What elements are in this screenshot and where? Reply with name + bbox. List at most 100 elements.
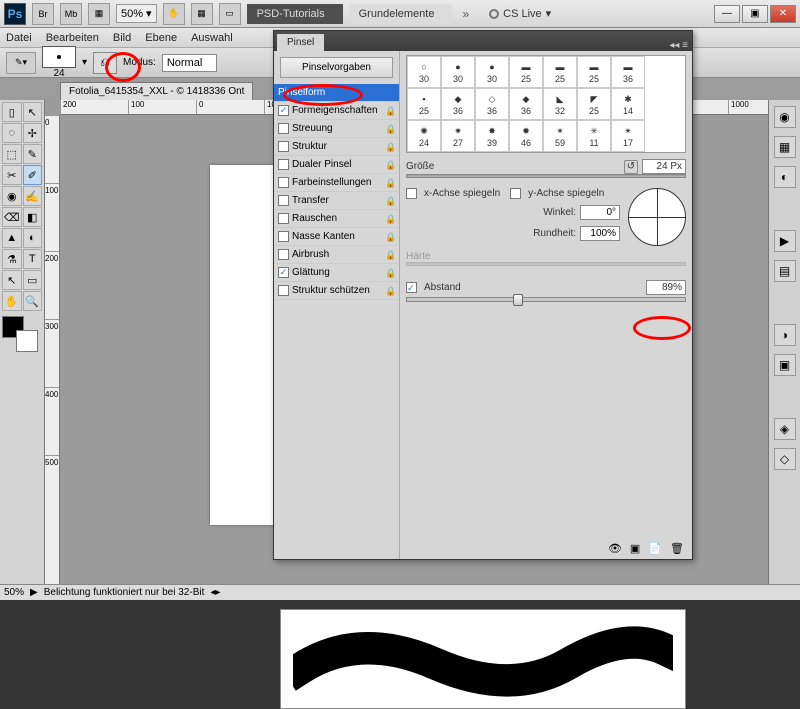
brush-swatch[interactable]: ●30 — [441, 56, 475, 88]
play-panel-icon[interactable]: ▶ — [774, 230, 796, 252]
attr-streuung[interactable]: Streuung🔒 — [274, 120, 399, 138]
screenmode-icon[interactable]: ▭ — [219, 3, 241, 25]
abstand-slider[interactable] — [406, 297, 686, 302]
attr-formeigenschaften[interactable]: Formeigenschaften🔒 — [274, 102, 399, 120]
brush-swatch[interactable]: ✴17 — [611, 120, 645, 152]
brush-swatch[interactable]: ✶59 — [543, 120, 577, 152]
brush-swatch[interactable]: ▬25 — [509, 56, 543, 88]
brush-swatch[interactable]: ✳11 — [577, 120, 611, 152]
arrange-icon[interactable]: ▦ — [191, 3, 213, 25]
attr-check[interactable] — [278, 105, 289, 116]
brush-swatch[interactable]: ▬36 — [611, 56, 645, 88]
brush-swatch[interactable]: ✱14 — [611, 88, 645, 120]
tool-history[interactable]: ✍ — [23, 186, 43, 206]
abstand-input[interactable]: 89% — [646, 280, 686, 295]
tool-wand[interactable]: ✢ — [23, 123, 43, 143]
character-panel-icon[interactable]: ◇ — [774, 448, 796, 470]
tool-crop[interactable]: ⬚ — [2, 144, 22, 164]
brush-swatch[interactable]: ◆36 — [509, 88, 543, 120]
attr-farbeinstellungen[interactable]: Farbeinstellungen🔒 — [274, 174, 399, 192]
tool-stamp[interactable]: ◉ — [2, 186, 22, 206]
attr-check[interactable] — [278, 177, 289, 188]
brush-swatch[interactable]: ◣32 — [543, 88, 577, 120]
panel-menu-icon[interactable]: ◂◂ ≡ — [665, 40, 692, 51]
tool-hand[interactable]: ✋ — [2, 291, 22, 311]
status-nav-icon[interactable]: ◂▸ — [210, 587, 220, 598]
tool-pen[interactable]: ⚗ — [2, 249, 22, 269]
minibridge-icon[interactable]: Mb — [60, 3, 82, 25]
tool-lasso[interactable]: ◌ — [2, 123, 22, 143]
viewmode-icon[interactable]: ▦ — [88, 3, 110, 25]
color-panel-icon[interactable]: ◉ — [774, 106, 796, 128]
window-maximize[interactable]: ▣ — [742, 5, 768, 23]
tool-shape[interactable]: ▭ — [23, 270, 43, 290]
tool-type[interactable]: T — [23, 249, 43, 269]
attr-check[interactable] — [278, 141, 289, 152]
lock-icon[interactable]: 🔒 — [385, 124, 395, 134]
tool-heal[interactable]: ✂ — [2, 165, 22, 185]
brush-swatch[interactable]: ◤25 — [577, 88, 611, 120]
attr-rauschen[interactable]: Rauschen🔒 — [274, 210, 399, 228]
abstand-check[interactable] — [406, 282, 417, 293]
delete-brush-icon[interactable]: 🗑 — [670, 542, 684, 555]
tool-brush[interactable]: ✐ — [23, 165, 43, 185]
brush-swatch[interactable]: ◆36 — [441, 88, 475, 120]
brush-presets-button[interactable]: Pinselvorgaben — [280, 57, 393, 78]
brush-swatch[interactable]: ▬25 — [543, 56, 577, 88]
new-brush-icon[interactable]: ▣ — [630, 542, 640, 555]
attr-dualer-pinsel[interactable]: Dualer Pinsel🔒 — [274, 156, 399, 174]
rundheit-input[interactable] — [580, 226, 620, 241]
history-panel-icon[interactable]: ◑ — [774, 324, 796, 346]
workspace-tab-dark[interactable]: PSD-Tutorials — [247, 4, 343, 24]
menu-datei[interactable]: Datei — [6, 32, 32, 44]
brush-swatch[interactable]: ▬25 — [577, 56, 611, 88]
attr-check[interactable] — [278, 123, 289, 134]
adjustments-panel-icon[interactable]: ◐ — [774, 166, 796, 188]
tool-select[interactable]: ↖ — [23, 102, 43, 122]
lock-icon[interactable]: 🔒 — [385, 286, 395, 296]
angle-compass[interactable] — [628, 188, 686, 246]
tool-eraser[interactable]: ⌫ — [2, 207, 22, 227]
attr-airbrush[interactable]: Airbrush🔒 — [274, 246, 399, 264]
lock-icon[interactable]: 🔒 — [385, 232, 395, 242]
attr-check[interactable] — [278, 213, 289, 224]
lock-icon[interactable]: 🔒 — [385, 178, 395, 188]
brush-panel-toggle[interactable]: ⎌ — [93, 52, 117, 74]
workspace-tab-light[interactable]: Grundelemente — [349, 4, 453, 24]
cs-live[interactable]: CS Live ▾ — [489, 7, 551, 20]
swatches-panel-icon[interactable]: ▦ — [774, 136, 796, 158]
lock-icon[interactable]: 🔒 — [385, 214, 395, 224]
attr-struktur-schuetzen[interactable]: Struktur schützen🔒 — [274, 282, 399, 300]
tool-path[interactable]: ↖ — [2, 270, 22, 290]
menu-bearbeiten[interactable]: Bearbeiten — [46, 32, 99, 44]
brush-preview[interactable] — [42, 46, 76, 68]
lock-icon[interactable]: 🔒 — [385, 196, 395, 206]
attr-check[interactable] — [278, 195, 289, 206]
paragraph-panel-icon[interactable]: ◈ — [774, 418, 796, 440]
attr-check[interactable] — [278, 249, 289, 260]
window-close[interactable]: ✕ — [770, 5, 796, 23]
slider-thumb[interactable] — [513, 294, 523, 306]
actions-panel-icon[interactable]: ▣ — [774, 354, 796, 376]
color-swatches[interactable] — [2, 316, 38, 352]
size-slider[interactable] — [406, 174, 686, 178]
attr-check[interactable] — [278, 159, 289, 170]
brush-swatch[interactable]: ✷27 — [441, 120, 475, 152]
toggle-preview-icon[interactable]: 👁 — [608, 542, 622, 555]
reset-size-icon[interactable]: ↺ — [624, 160, 638, 174]
create-brush-icon[interactable]: 📄 — [648, 542, 662, 555]
tool-zoom[interactable]: 🔍 — [23, 291, 43, 311]
lock-icon[interactable]: 🔒 — [385, 268, 395, 278]
menu-bild[interactable]: Bild — [113, 32, 131, 44]
brush-swatch[interactable]: ✺24 — [407, 120, 441, 152]
brush-swatch[interactable]: ◇36 — [475, 88, 509, 120]
lock-icon[interactable]: 🔒 — [385, 106, 395, 116]
status-play-icon[interactable]: ▶ — [30, 587, 38, 598]
window-minimize[interactable]: — — [714, 5, 740, 23]
tool-blur[interactable]: ▲ — [2, 228, 22, 248]
lock-icon[interactable]: 🔒 — [385, 142, 395, 152]
tool-gradient[interactable]: ◧ — [23, 207, 43, 227]
attr-check[interactable] — [278, 285, 289, 296]
blend-mode-combo[interactable]: Normal — [162, 54, 217, 72]
attr-check[interactable] — [278, 267, 289, 278]
